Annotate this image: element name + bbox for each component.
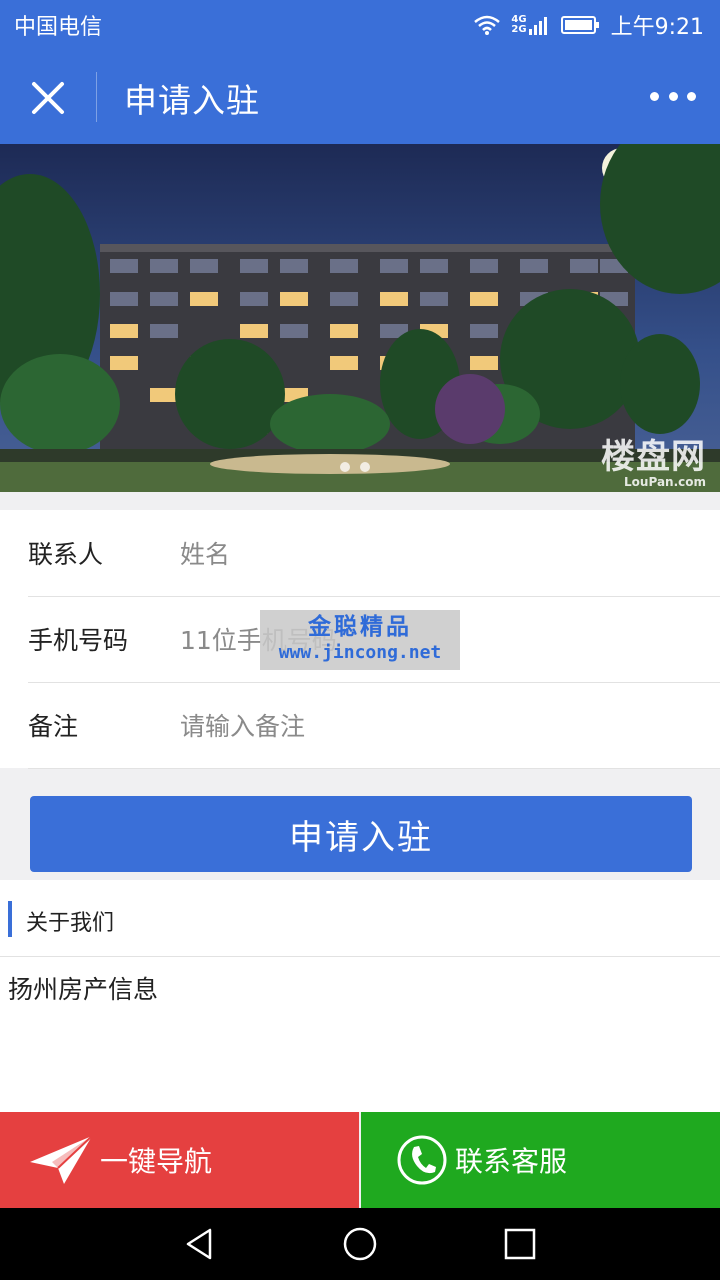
jincong-watermark-url: www.jincong.net	[278, 642, 442, 663]
about-title: 关于我们	[26, 911, 115, 936]
carousel-indicator	[340, 462, 370, 472]
battery-icon	[560, 16, 599, 34]
close-icon	[32, 82, 64, 114]
clock: 上午9:21	[610, 15, 704, 40]
back-triangle-icon	[186, 1228, 212, 1260]
contact-row[interactable]: 联系人 姓名	[28, 510, 720, 597]
name-input[interactable]: 姓名	[180, 535, 230, 571]
home-button[interactable]	[342, 1226, 378, 1262]
navigate-button[interactable]: 一键导航	[0, 1112, 359, 1208]
page-title: 申请入驻	[124, 81, 260, 120]
section-accent-bar	[8, 901, 12, 937]
remark-input[interactable]: 请输入备注	[180, 707, 305, 743]
phone-icon	[395, 1133, 449, 1187]
contact-service-button[interactable]: 联系客服	[361, 1112, 720, 1208]
carrier-label: 中国电信	[14, 15, 103, 40]
phone-label: 手机号码	[28, 626, 129, 655]
recents-button[interactable]	[502, 1226, 538, 1262]
loupan-watermark: 楼盘网 LouPan.com	[601, 440, 706, 488]
recents-square-icon	[504, 1228, 536, 1260]
contact-service-label: 联系客服	[455, 1145, 568, 1178]
home-circle-icon	[343, 1227, 377, 1261]
signal-text-2g: 2G	[511, 24, 527, 35]
remark-label: 备注	[28, 712, 79, 741]
carousel-dot-1	[340, 462, 350, 472]
jincong-watermark-title: 金聪精品	[308, 614, 412, 640]
remark-row[interactable]: 备注 请输入备注	[28, 682, 720, 769]
about-header: 关于我们	[0, 880, 720, 957]
system-nav-bar	[0, 1208, 720, 1280]
carousel-dot-2	[360, 462, 370, 472]
about-section: 关于我们 扬州房产信息	[0, 880, 720, 1112]
paper-plane-icon	[28, 1132, 94, 1188]
title-bar: 申请入驻	[0, 50, 720, 144]
submit-button[interactable]: 申请入驻	[30, 796, 692, 872]
status-bar: 中国电信 4G 2G 上午9:21	[0, 0, 720, 50]
about-text: 扬州房产信息	[8, 975, 159, 1004]
navigate-label: 一键导航	[100, 1145, 213, 1178]
signal-icon: 4G 2G	[511, 15, 550, 35]
close-button[interactable]	[26, 76, 70, 120]
wifi-icon	[474, 15, 501, 35]
back-button[interactable]	[182, 1226, 218, 1262]
more-button[interactable]	[650, 84, 696, 108]
loupan-watermark-url: LouPan.com	[624, 475, 706, 489]
jincong-watermark: 金聪精品 www.jincong.net	[260, 610, 460, 670]
status-icons: 4G 2G 上午9:21	[473, 9, 704, 41]
contact-label: 联系人	[28, 540, 104, 569]
loupan-watermark-title: 楼盘网	[601, 437, 706, 477]
title-divider	[96, 72, 97, 122]
more-dots-icon	[650, 91, 659, 101]
